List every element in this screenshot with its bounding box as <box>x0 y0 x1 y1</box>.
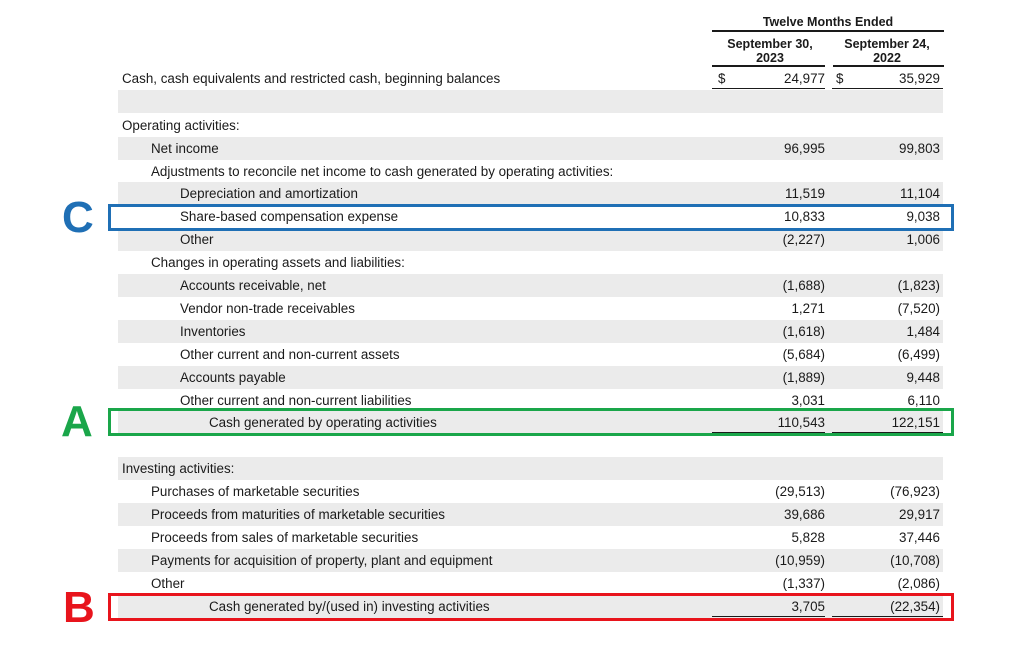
period-header: Twelve Months Ended <box>762 15 894 29</box>
table-row: Adjustments to reconcile net income to c… <box>118 160 943 183</box>
value-2023: 5,828 <box>791 530 825 545</box>
row-label: Proceeds from sales of marketable securi… <box>151 530 419 545</box>
table-row: Inventories (1,618) 1,484 <box>118 320 943 343</box>
period-header-rule <box>712 30 944 32</box>
beginning-balance-2022: 35,929 <box>899 71 940 86</box>
value-2022: (6,499) <box>897 347 940 362</box>
row-label: Inventories <box>180 324 246 339</box>
row-label: Accounts receivable, net <box>180 278 326 293</box>
table-row: Accounts payable (1,889) 9,448 <box>118 366 943 389</box>
spacer-row <box>118 90 943 113</box>
value-2022: (1,823) <box>897 278 940 293</box>
value-2022: (76,923) <box>890 484 940 499</box>
column-header-2023-line1: September 30, <box>727 37 813 51</box>
value-2023: (10,959) <box>775 553 825 568</box>
row-label: Other current and non-current liabilitie… <box>180 393 412 408</box>
row-label: Payments for acquisition of property, pl… <box>151 553 493 568</box>
column-header-2022-line1: September 24, <box>844 37 930 51</box>
value-2022: 11,104 <box>900 186 940 201</box>
value-2023: 11,519 <box>785 186 825 201</box>
value-2022: 6,110 <box>907 393 940 408</box>
highlight-box-c <box>108 204 954 231</box>
table-row: Payments for acquisition of property, pl… <box>118 549 943 572</box>
table-row: Purchases of marketable securities (29,5… <box>118 480 943 503</box>
value-2023: (5,684) <box>782 347 825 362</box>
changes-heading: Changes in operating assets and liabilit… <box>151 255 405 270</box>
value-2022: 99,803 <box>899 141 940 156</box>
annotation-letter-c: C <box>62 193 94 242</box>
value-2022: (10,708) <box>890 553 940 568</box>
value-2023: 96,995 <box>784 141 825 156</box>
value-2022: 1,484 <box>906 324 940 339</box>
row-label: Other <box>151 576 185 591</box>
table-row: Other current and non-current assets (5,… <box>118 343 943 366</box>
value-2023: (1,337) <box>782 576 825 591</box>
spacer-row <box>118 434 943 457</box>
column-header-2023-line2: 2023 <box>756 51 784 65</box>
table-row: Accounts receivable, net (1,688) (1,823) <box>118 274 943 297</box>
value-2023: 3,031 <box>791 393 825 408</box>
table-row: Vendor non-trade receivables 1,271 (7,52… <box>118 297 943 320</box>
currency-symbol: $ <box>718 71 726 86</box>
row-label: Net income <box>151 141 219 156</box>
highlight-box-a <box>108 408 954 436</box>
table-row: Depreciation and amortization 11,519 11,… <box>118 182 943 205</box>
table-row: Proceeds from sales of marketable securi… <box>118 526 943 549</box>
annotation-letter-b: B <box>63 583 95 632</box>
currency-symbol: $ <box>836 71 844 86</box>
value-2023: (1,618) <box>782 324 825 339</box>
value-2022: 37,446 <box>899 530 940 545</box>
table-row: Net income 96,995 99,803 <box>118 137 943 160</box>
underline <box>832 88 943 89</box>
value-2023: 39,686 <box>784 507 825 522</box>
row-label: Purchases of marketable securities <box>151 484 360 499</box>
beginning-balance-label: Cash, cash equivalents and restricted ca… <box>122 71 501 86</box>
investing-heading-row: Investing activities: <box>118 457 943 480</box>
row-label: Other current and non-current assets <box>180 347 400 362</box>
value-2022: 1,006 <box>906 232 940 247</box>
column-header-2022-line2: 2022 <box>873 51 901 65</box>
adjustments-heading: Adjustments to reconcile net income to c… <box>151 164 614 179</box>
row-label: Accounts payable <box>180 370 286 385</box>
value-2023: (29,513) <box>775 484 825 499</box>
value-2022: 9,448 <box>906 370 940 385</box>
beginning-balance-row: Cash, cash equivalents and restricted ca… <box>118 67 943 90</box>
highlight-box-b <box>108 593 954 621</box>
beginning-balance-2023: 24,977 <box>784 71 825 86</box>
value-2022: 29,917 <box>899 507 940 522</box>
value-2023: (2,227) <box>782 232 825 247</box>
row-label: Depreciation and amortization <box>180 186 358 201</box>
table-row: Changes in operating assets and liabilit… <box>118 251 943 274</box>
table-row: Other (2,227) 1,006 <box>118 228 943 251</box>
table-row: Proceeds from maturities of marketable s… <box>118 503 943 526</box>
value-2022: (7,520) <box>897 301 940 316</box>
underline <box>712 88 825 89</box>
row-label: Vendor non-trade receivables <box>180 301 355 316</box>
table-row: Other (1,337) (2,086) <box>118 572 943 595</box>
row-label: Other <box>180 232 214 247</box>
value-2023: (1,688) <box>782 278 825 293</box>
value-2023: (1,889) <box>782 370 825 385</box>
operating-heading-row: Operating activities: <box>118 114 943 137</box>
investing-heading: Investing activities: <box>122 461 235 476</box>
operating-heading: Operating activities: <box>122 118 240 133</box>
annotation-letter-a: A <box>61 397 93 446</box>
row-label: Proceeds from maturities of marketable s… <box>151 507 445 522</box>
value-2022: (2,086) <box>897 576 940 591</box>
value-2023: 1,271 <box>791 301 825 316</box>
